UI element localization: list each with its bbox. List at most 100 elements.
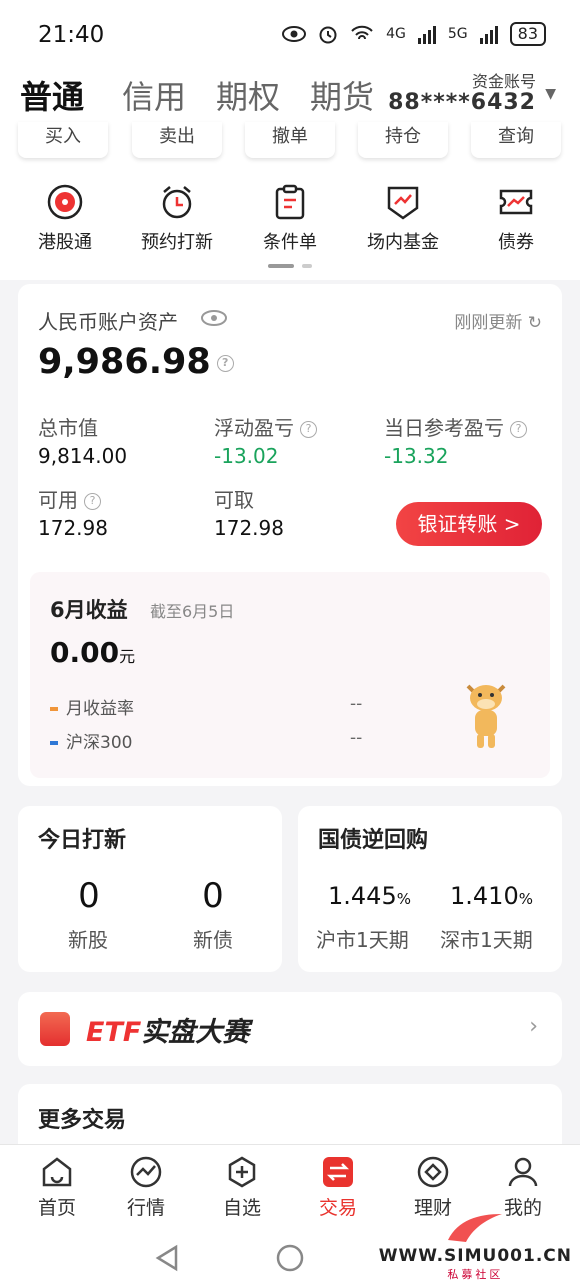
chevron-down-icon[interactable]: ▼ bbox=[545, 86, 556, 102]
withdrawable-value: 172.98 bbox=[214, 516, 284, 540]
network-5g: 5G bbox=[447, 26, 468, 42]
account-number[interactable]: 88****6432 bbox=[388, 90, 536, 115]
help-icon[interactable]: ? bbox=[510, 421, 527, 438]
market-chart-icon bbox=[130, 1156, 162, 1188]
shortcut-hk-connect[interactable]: 港股通 bbox=[10, 184, 120, 254]
market-value: 9,814.00 bbox=[38, 444, 128, 468]
daily-pl-label: 当日参考盈亏? bbox=[384, 412, 527, 441]
tab-credit[interactable]: 信用 bbox=[122, 72, 186, 118]
account-label[interactable]: 资金账号 bbox=[472, 68, 536, 92]
help-icon[interactable]: ? bbox=[84, 493, 101, 510]
clipboard-icon bbox=[275, 184, 305, 220]
floating-pl: -13.02 bbox=[214, 444, 279, 468]
ipo-card[interactable]: 今日打新 0 新股 0 新债 bbox=[18, 806, 282, 972]
csi300-value: -- bbox=[350, 728, 363, 748]
profile-icon bbox=[508, 1157, 538, 1187]
nav-market[interactable]: 行情 bbox=[111, 1155, 181, 1220]
chevron-right-icon[interactable]: › bbox=[529, 1014, 538, 1039]
daily-pl: -13.32 bbox=[384, 444, 449, 468]
buy-button[interactable]: 买入 bbox=[18, 122, 108, 158]
account-type-tabs: 普通 信用 期权 期货 资金账号 88****6432 ▼ bbox=[0, 64, 580, 128]
help-icon[interactable]: ? bbox=[216, 354, 234, 372]
monthly-title: 6月收益 bbox=[50, 598, 128, 622]
new-stocks-label: 新股 bbox=[68, 928, 108, 952]
shortcut-label: 港股通 bbox=[38, 232, 92, 253]
bond-ticket-icon bbox=[499, 189, 533, 215]
new-bonds-count: 0 bbox=[202, 876, 224, 916]
help-icon[interactable]: ? bbox=[300, 421, 317, 438]
new-stocks-count: 0 bbox=[78, 876, 100, 916]
monthly-earnings-panel[interactable]: 6月收益 截至6月5日 0.00元 月收益率 -- 沪深300 -- bbox=[30, 572, 550, 778]
alarm-clock-icon bbox=[162, 186, 192, 219]
watermark-url: WWW.SIMU001.CN bbox=[378, 1246, 572, 1266]
shortcut-ipo-reserve[interactable]: 预约打新 bbox=[122, 184, 232, 254]
shortcut-conditional-order[interactable]: 条件单 bbox=[235, 184, 345, 254]
wifi-icon bbox=[351, 25, 373, 40]
hk-flower-icon bbox=[47, 184, 83, 220]
trade-exchange-icon bbox=[323, 1157, 353, 1187]
refresh-status[interactable]: 刚刚更新 ↻ bbox=[454, 308, 542, 333]
legend-monthly-return: 月收益率 bbox=[50, 694, 134, 719]
fund-shield-icon bbox=[387, 186, 419, 220]
nav-label: 交易 bbox=[318, 1197, 357, 1219]
signal-icon-2 bbox=[479, 24, 498, 44]
new-bonds-label: 新债 bbox=[193, 928, 233, 952]
watchlist-add-icon bbox=[228, 1156, 256, 1188]
shortcut-bonds[interactable]: 债券 bbox=[461, 184, 571, 254]
available-value: 172.98 bbox=[38, 516, 108, 540]
shortcut-exchange-fund[interactable]: 场内基金 bbox=[348, 184, 458, 254]
shortcut-label: 场内基金 bbox=[367, 232, 439, 253]
reverse-repo-card[interactable]: 国债逆回购 1.445% 沪市1天期 1.410% 深市1天期 bbox=[298, 806, 562, 972]
query-button[interactable]: 查询 bbox=[471, 122, 561, 158]
cancel-order-button[interactable]: 撤单 bbox=[245, 122, 335, 158]
sz-repo-label: 深市1天期 bbox=[440, 928, 533, 952]
home-circle-icon[interactable] bbox=[276, 1244, 304, 1272]
battery-icon: 83 bbox=[509, 22, 546, 46]
cow-mascot-icon bbox=[466, 684, 506, 748]
shortcut-grid: 港股通 预约打新 条件单 场内基金 债券 bbox=[0, 164, 580, 280]
refresh-icon[interactable]: ↻ bbox=[528, 313, 542, 333]
wealth-diamond-icon bbox=[417, 1156, 449, 1188]
alarm-icon bbox=[319, 26, 337, 44]
sh-repo-label: 沪市1天期 bbox=[316, 928, 409, 952]
legend-csi300: 沪深300 bbox=[50, 728, 132, 753]
nav-watchlist[interactable]: 自选 bbox=[207, 1155, 277, 1220]
status-bar: 21:40 4G 5G 83 bbox=[0, 0, 580, 64]
nav-trade[interactable]: 交易 bbox=[303, 1155, 373, 1220]
asset-title: 人民币账户资产 bbox=[38, 310, 178, 334]
asset-card: 人民币账户资产 刚刚更新 ↻ 9,986.98? 总市值 9,814.00 浮动… bbox=[18, 284, 562, 786]
tab-options[interactable]: 期权 bbox=[216, 72, 280, 118]
etf-banner-title: ETF实盘大赛 bbox=[86, 1017, 250, 1048]
market-value-label: 总市值 bbox=[38, 416, 98, 440]
signal-icon bbox=[417, 24, 436, 44]
page-indicator bbox=[268, 264, 312, 268]
withdrawable-label: 可取 bbox=[214, 488, 254, 512]
status-time: 21:40 bbox=[38, 22, 105, 48]
etf-contest-banner[interactable]: ETF实盘大赛 › bbox=[18, 992, 562, 1066]
network-4g: 4G bbox=[386, 26, 406, 42]
repo-title: 国债逆回购 bbox=[318, 828, 429, 853]
monthly-return-value: -- bbox=[350, 694, 363, 714]
bank-transfer-button[interactable]: 银证转账 > bbox=[396, 502, 542, 546]
tab-futures[interactable]: 期货 bbox=[310, 72, 374, 118]
etf-logo-icon bbox=[40, 1012, 70, 1046]
monthly-value: 0.00元 bbox=[50, 636, 136, 669]
total-assets: 9,986.98? bbox=[38, 342, 234, 382]
more-trades-title: 更多交易 bbox=[38, 1108, 127, 1133]
positions-button[interactable]: 持仓 bbox=[358, 122, 448, 158]
total-assets-value: 9,986.98 bbox=[38, 342, 211, 382]
tab-normal[interactable]: 普通 bbox=[20, 72, 84, 118]
status-icons: 4G 5G 83 bbox=[282, 22, 546, 46]
sz-repo-rate: 1.410% bbox=[450, 882, 533, 910]
nav-home[interactable]: 首页 bbox=[22, 1155, 92, 1220]
back-icon[interactable] bbox=[154, 1244, 180, 1272]
monthly-date: 截至6月5日 bbox=[150, 602, 235, 621]
shortcut-label: 预约打新 bbox=[141, 232, 213, 253]
ipo-title: 今日打新 bbox=[38, 828, 127, 853]
sell-button[interactable]: 卖出 bbox=[132, 122, 222, 158]
eye-toggle-icon[interactable] bbox=[200, 308, 228, 328]
trade-buttons: 买入 卖出 撤单 持仓 查询 bbox=[0, 122, 580, 164]
watermark-sub: 私募社区 bbox=[447, 1268, 504, 1281]
shortcut-label: 债券 bbox=[498, 232, 534, 253]
home-icon bbox=[42, 1157, 72, 1187]
